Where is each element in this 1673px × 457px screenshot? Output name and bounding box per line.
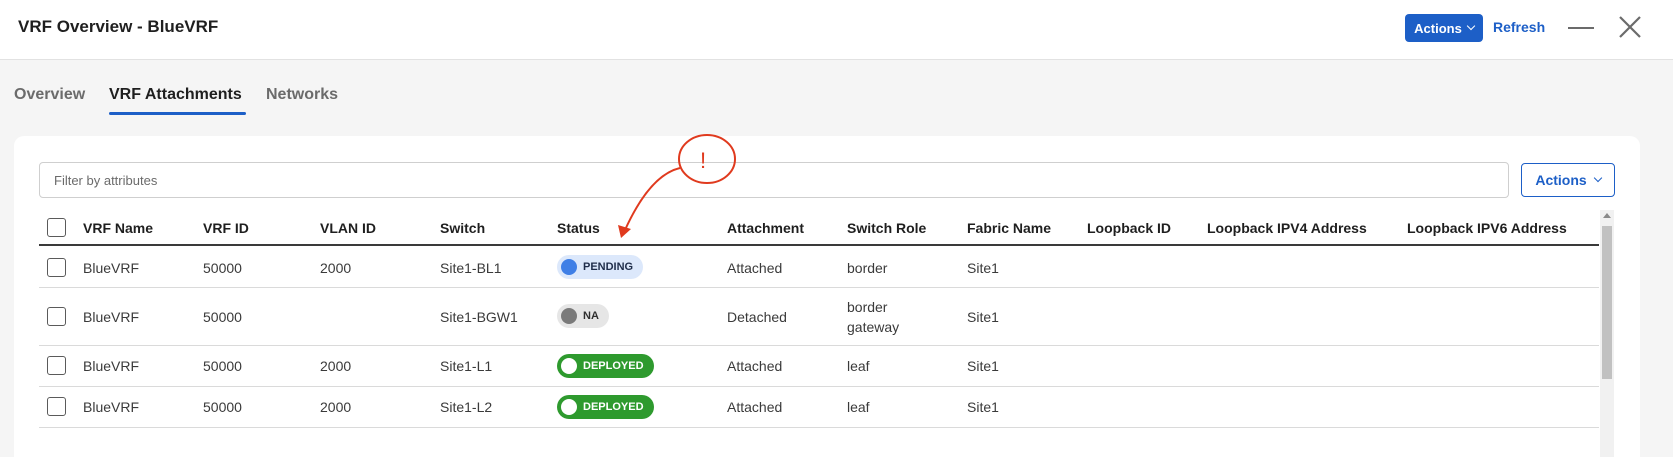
column-header-loopback-ipv4[interactable]: Loopback IPV4 Address	[1207, 220, 1367, 236]
cell-attachment: Attached	[727, 358, 783, 374]
dialog-header: VRF Overview - BlueVRF Actions Refresh	[0, 0, 1673, 60]
cell-vlan-id: 2000	[320, 260, 352, 276]
cell-switch-role: leaf	[847, 399, 870, 415]
cell-vrf-name: BlueVRF	[83, 309, 140, 325]
status-dot-icon	[561, 259, 577, 275]
close-icon[interactable]	[1617, 14, 1643, 40]
cell-attachment: Attached	[727, 260, 783, 276]
table-row[interactable]: BlueVRF 50000 Site1-BGW1 NA Detached bor…	[39, 288, 1599, 346]
row-checkbox[interactable]	[47, 258, 66, 277]
row-checkbox[interactable]	[47, 356, 66, 375]
cell-vrf-name: BlueVRF	[83, 358, 140, 374]
status-badge: DEPLOYED	[557, 395, 654, 419]
tab-overview[interactable]: Overview	[14, 86, 85, 104]
tab-vrf-attachments[interactable]: VRF Attachments	[109, 86, 242, 104]
row-checkbox[interactable]	[47, 397, 66, 416]
column-header-vrf-id[interactable]: VRF ID	[203, 220, 249, 236]
status-badge: DEPLOYED	[557, 354, 654, 378]
table-actions-button[interactable]: Actions	[1521, 163, 1615, 197]
minimize-icon[interactable]	[1568, 27, 1594, 29]
cell-vrf-id: 50000	[203, 309, 242, 325]
table-header-row: VRF Name VRF ID VLAN ID Switch Status At…	[39, 212, 1599, 246]
cell-fabric-name: Site1	[967, 358, 999, 374]
column-header-vrf-name[interactable]: VRF Name	[83, 220, 153, 236]
cell-switch: Site1-BGW1	[440, 309, 518, 325]
annotation-exclamation: !	[700, 148, 707, 173]
table-actions-label: Actions	[1535, 172, 1587, 188]
table-row[interactable]: BlueVRF 50000 2000 Site1-BL1 PENDING Att…	[39, 248, 1599, 288]
cell-switch: Site1-BL1	[440, 260, 502, 276]
cell-fabric-name: Site1	[967, 309, 999, 325]
status-dot-icon	[561, 358, 577, 374]
cell-switch-role: leaf	[847, 358, 870, 374]
header-actions-label: Actions	[1414, 20, 1462, 36]
cell-switch-role-line2: gateway	[847, 319, 900, 335]
status-label: DEPLOYED	[583, 401, 644, 413]
column-header-loopback-ipv6[interactable]: Loopback IPV6 Address	[1407, 220, 1567, 236]
column-header-vlan-id[interactable]: VLAN ID	[320, 220, 376, 236]
cell-vrf-id: 50000	[203, 358, 242, 374]
cell-attachment: Detached	[727, 309, 787, 325]
scroll-up-arrow-icon[interactable]	[1603, 213, 1611, 218]
column-header-status[interactable]: Status	[557, 220, 600, 236]
status-dot-icon	[561, 308, 577, 324]
refresh-link[interactable]: Refresh	[1493, 19, 1545, 35]
annotation-callout	[618, 134, 736, 238]
cell-switch: Site1-L1	[440, 358, 493, 374]
status-label: PENDING	[583, 261, 634, 273]
table-row[interactable]: BlueVRF 50000 2000 Site1-L2 DEPLOYED Att…	[39, 387, 1599, 428]
cell-switch: Site1-L2	[440, 399, 493, 415]
status-badge: NA	[557, 304, 609, 328]
select-all-checkbox[interactable]	[47, 218, 66, 237]
chevron-down-icon	[1466, 21, 1476, 31]
cell-attachment: Attached	[727, 399, 783, 415]
cell-vlan-id: 2000	[320, 358, 352, 374]
cell-vrf-name: BlueVRF	[83, 260, 140, 276]
cell-vrf-id: 50000	[203, 399, 242, 415]
cell-fabric-name: Site1	[967, 260, 999, 276]
cell-vlan-id: 2000	[320, 399, 352, 415]
column-header-switch[interactable]: Switch	[440, 220, 485, 236]
chevron-down-icon	[1593, 173, 1602, 183]
table-row[interactable]: BlueVRF 50000 2000 Site1-L1 DEPLOYED Att…	[39, 346, 1599, 387]
cell-switch-role: border	[847, 260, 888, 276]
table-scrollbar-thumb[interactable]	[1602, 226, 1612, 379]
tab-networks[interactable]: Networks	[266, 86, 338, 104]
status-badge: PENDING	[557, 255, 644, 279]
row-checkbox[interactable]	[47, 307, 66, 326]
column-header-switch-role[interactable]: Switch Role	[847, 220, 926, 236]
cell-fabric-name: Site1	[967, 399, 999, 415]
cell-vrf-name: BlueVRF	[83, 399, 140, 415]
cell-switch-role: border	[847, 299, 888, 315]
cell-vrf-id: 50000	[203, 260, 242, 276]
header-actions-button[interactable]: Actions	[1405, 14, 1483, 42]
active-tab-indicator	[109, 112, 246, 115]
filter-input[interactable]	[39, 162, 1509, 198]
status-label: NA	[583, 310, 599, 322]
status-dot-icon	[561, 399, 577, 415]
page-title: VRF Overview - BlueVRF	[18, 17, 219, 36]
column-header-fabric-name[interactable]: Fabric Name	[967, 220, 1051, 236]
column-header-loopback-id[interactable]: Loopback ID	[1087, 220, 1171, 236]
status-label: DEPLOYED	[583, 360, 644, 372]
